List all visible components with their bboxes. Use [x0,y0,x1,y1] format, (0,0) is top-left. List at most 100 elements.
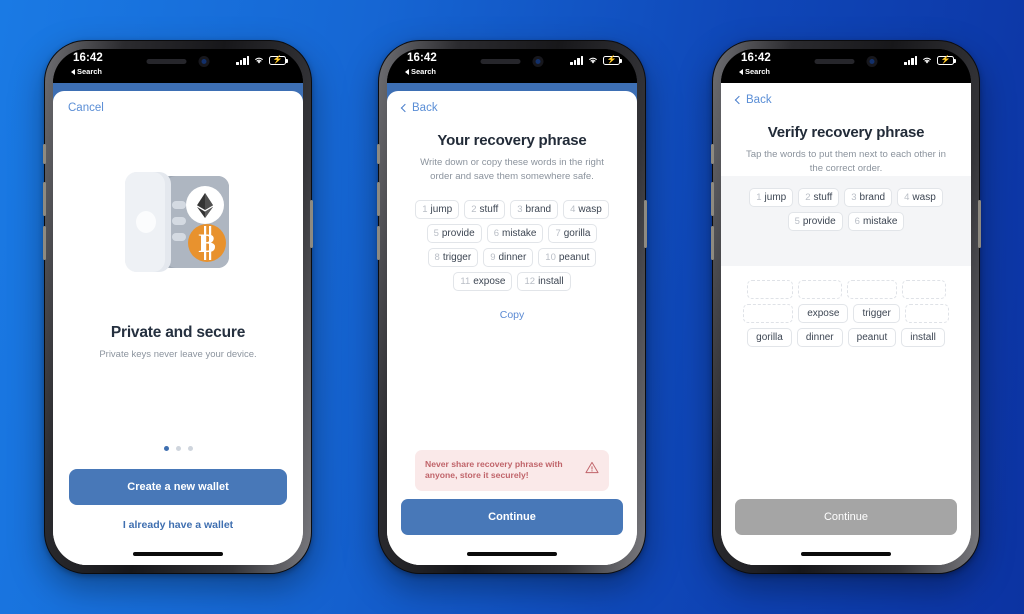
selected-word-chip[interactable]: 6 mistake [847,211,905,231]
phrase-word-chip[interactable]: 9 dinner [483,247,534,267]
word-text: jump [764,191,787,203]
pager-dot-2[interactable] [175,446,181,451]
status-back-to-search[interactable]: Search [739,67,770,76]
phone-device-2: 16:42 Search ⚡ Back Your recovery phrase… [377,40,647,574]
recovery-phrase-list: 1 jump 2 stuff 3 brand 4 wasp 5 provide … [387,199,637,291]
status-back-to-search[interactable]: Search [71,67,102,76]
bank-word-chip[interactable]: expose [798,303,849,323]
word-text: brand [525,203,552,215]
home-indicator[interactable] [53,543,303,565]
phrase-word-chip[interactable]: 3 brand [510,199,559,219]
pager-dot-1[interactable] [163,446,169,451]
cancel-button[interactable]: Cancel [68,102,104,114]
nav-bar: Back [387,91,637,116]
word-index: 6 [854,215,860,227]
continue-button[interactable]: Continue [735,499,957,535]
word-index: 2 [471,203,477,215]
chevron-left-icon [400,103,410,113]
bank-word-chip[interactable]: trigger [853,303,900,323]
wifi-icon [589,57,597,64]
word-text: wasp [912,191,936,203]
volume-down-button[interactable] [377,226,380,260]
phrase-word-chip[interactable]: 7 gorilla [548,223,598,243]
pager-dots[interactable] [163,446,193,451]
volume-up-button[interactable] [711,182,714,216]
status-back-to-search[interactable]: Search [405,67,436,76]
silent-switch[interactable] [711,144,714,164]
bank-word-chip[interactable]: install [901,327,945,347]
word-text: jump [430,203,453,215]
phrase-word-chip[interactable]: 11 expose [453,271,513,291]
modal-sheet: Back Your recovery phrase Write down or … [387,91,637,565]
empty-word-slot[interactable] [743,303,794,323]
phrase-word-chip[interactable]: 4 wasp [563,199,609,219]
volume-up-button[interactable] [43,182,46,216]
silent-switch[interactable] [43,144,46,164]
word-text: trigger [442,251,472,263]
phrase-word-chip[interactable]: 10 peanut [538,247,597,267]
phrase-word-chip[interactable]: 2 stuff [464,199,506,219]
continue-button[interactable]: Continue [401,499,623,535]
page-title: Your recovery phrase [437,132,587,149]
warning-triangle-icon [585,461,599,479]
status-time: 16:42 [407,52,437,64]
page-subtitle: Private keys never leave your device. [99,349,257,360]
status-indicators: ⚡ [570,55,622,65]
phrase-word-chip[interactable]: 8 trigger [427,247,479,267]
cellular-signal-icon [236,55,249,65]
bank-word-chip[interactable]: dinner [796,327,843,347]
phrase-word-chip[interactable]: 6 mistake [486,223,544,243]
home-indicator[interactable] [387,543,637,565]
bank-word-chip[interactable]: gorilla [747,327,792,347]
bank-word-chip[interactable]: peanut [847,327,897,347]
word-bank-row: expose trigger [743,303,949,323]
back-label: Back [746,94,772,106]
speaker-icon [146,59,187,64]
page-title: Verify recovery phrase [767,124,925,141]
power-button[interactable] [978,200,981,248]
status-back-label: Search [411,67,437,76]
volume-down-button[interactable] [711,226,714,260]
empty-word-slot[interactable] [901,279,946,299]
phrase-word-chip[interactable]: 1 jump [415,199,460,219]
back-button[interactable]: Back [400,102,438,114]
word-text: dinner [498,251,527,263]
status-indicators: ⚡ [904,55,956,65]
empty-word-slot[interactable] [746,279,793,299]
empty-word-slot[interactable] [846,279,897,299]
copy-phrase-button[interactable]: Copy [387,309,637,321]
word-index: 8 [434,251,440,263]
recovery-actions: Never share recovery phrase with anyone,… [387,449,637,543]
verify-actions: Continue [721,499,971,543]
create-new-wallet-button[interactable]: Create a new wallet [69,469,287,505]
word-text: stuff [479,203,499,215]
volume-down-button[interactable] [43,226,46,260]
empty-word-slot[interactable] [797,279,842,299]
front-camera-icon [866,56,878,67]
selected-word-chip[interactable]: 5 provide [787,211,843,231]
pager-dot-3[interactable] [187,446,193,451]
power-button[interactable] [310,200,313,248]
selected-word-chip[interactable]: 3 brand [844,187,893,207]
front-camera-icon [198,56,210,67]
word-text: provide [802,215,836,227]
phrase-word-chip[interactable]: 12 install [517,271,571,291]
selected-word-chip[interactable]: 1 jump [749,187,794,207]
silent-switch[interactable] [377,144,380,164]
speaker-icon [814,59,855,64]
selected-word-chip[interactable]: 2 stuff [798,187,840,207]
already-have-wallet-button[interactable]: I already have a wallet [69,505,287,531]
battery-charging-icon: ⚡ [269,55,288,65]
home-indicator[interactable] [721,543,971,565]
back-button[interactable]: Back [734,94,772,106]
warning-banner: Never share recovery phrase with anyone,… [415,449,609,491]
verify-card: Back Verify recovery phrase Tap the word… [721,83,971,565]
word-text: gorilla [756,331,783,343]
word-text: wasp [578,203,602,215]
selected-word-chip[interactable]: 4 wasp [897,187,943,207]
phrase-word-chip[interactable]: 5 provide [426,223,482,243]
empty-word-slot[interactable] [904,303,949,323]
power-button[interactable] [644,200,647,248]
word-text: expose [473,275,506,287]
volume-up-button[interactable] [377,182,380,216]
